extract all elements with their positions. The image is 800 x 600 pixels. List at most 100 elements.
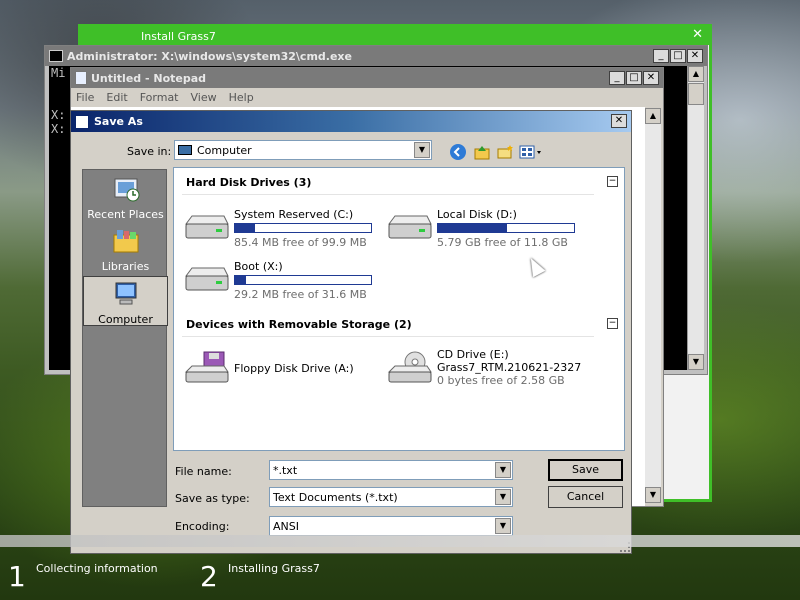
- drive-free-space: 0 bytes free of 2.58 GB: [437, 374, 565, 387]
- cmd-title: Administrator: X:\windows\system32\cmd.e…: [67, 49, 352, 63]
- save-as-dialog: Save As ✕ Save in: Computer ▼ Recent Pla…: [70, 110, 632, 554]
- scroll-up-icon[interactable]: ▲: [645, 108, 661, 124]
- cmd-app-icon: [49, 50, 63, 62]
- chevron-down-icon[interactable]: ▼: [414, 142, 430, 158]
- drive-free-space: 85.4 MB free of 99.9 MB: [234, 236, 367, 249]
- save-button[interactable]: Save: [548, 459, 623, 481]
- computer-icon: [178, 145, 192, 155]
- cmd-maximize-button[interactable]: □: [670, 49, 686, 63]
- save-as-type-value: Text Documents (*.txt): [273, 490, 398, 504]
- drive-c[interactable]: System Reserved (C:) 85.4 MB free of 99.…: [182, 208, 382, 249]
- view-menu-icon[interactable]: [519, 143, 543, 161]
- save-in-dropdown[interactable]: Computer ▼: [174, 140, 432, 160]
- place-label: Computer: [98, 313, 153, 326]
- chevron-down-icon[interactable]: ▼: [495, 462, 511, 478]
- save-as-type-label: Save as type:: [175, 492, 250, 505]
- notepad-menubar: File Edit Format View Help: [71, 88, 663, 107]
- save-in-label: Save in:: [127, 145, 172, 158]
- cd-drive-icon: [387, 351, 432, 383]
- scroll-up-icon[interactable]: ▲: [688, 66, 704, 82]
- drive-usage-fill: [235, 276, 246, 284]
- up-folder-icon[interactable]: [473, 143, 491, 161]
- menu-format[interactable]: Format: [140, 91, 179, 104]
- file-name-input[interactable]: *.txt ▼: [269, 460, 513, 480]
- file-name-label: File name:: [175, 465, 232, 478]
- drive-usage-fill: [235, 224, 256, 232]
- step-text: Installing Grass7: [228, 562, 320, 575]
- collapse-hard-disks-icon[interactable]: −: [607, 176, 618, 187]
- installer-titlebar[interactable]: Install Grass7 ✕: [81, 27, 709, 45]
- notepad-scrollbar[interactable]: ▲ ▼: [645, 108, 661, 503]
- cmd-minimize-button[interactable]: _: [653, 49, 669, 63]
- cancel-button[interactable]: Cancel: [548, 486, 623, 508]
- drive-usage-bar: [234, 223, 372, 233]
- drive-name: Local Disk (D:): [437, 208, 517, 221]
- place-label: Libraries: [101, 260, 150, 273]
- installer-title: Install Grass7: [141, 29, 216, 43]
- group-header-hard-disks[interactable]: Hard Disk Drives (3): [186, 176, 311, 189]
- notepad-close-button[interactable]: ✕: [643, 71, 659, 85]
- new-folder-icon[interactable]: [496, 143, 514, 161]
- chevron-down-icon[interactable]: ▼: [495, 518, 511, 534]
- computer-icon: [115, 282, 136, 305]
- group-header-removable[interactable]: Devices with Removable Storage (2): [186, 318, 412, 331]
- step-text: Collecting information: [36, 562, 158, 575]
- drive-usage-bar: [234, 275, 372, 285]
- file-name-value: *.txt: [273, 463, 298, 477]
- menu-edit[interactable]: Edit: [106, 91, 127, 104]
- save-as-close-button[interactable]: ✕: [611, 114, 627, 128]
- drive-volume-label: Grass7_RTM.210621-2327: [437, 361, 582, 374]
- place-recent-places[interactable]: Recent Places: [83, 172, 168, 222]
- notepad-title: Untitled - Notepad: [91, 71, 207, 85]
- group-divider: [182, 336, 594, 337]
- drive-e[interactable]: CD Drive (E:) Grass7_RTM.210621-2327 0 b…: [385, 348, 585, 388]
- drive-a[interactable]: Floppy Disk Drive (A:): [182, 348, 382, 388]
- floppy-drive-icon: [184, 351, 229, 383]
- chevron-down-icon[interactable]: ▼: [495, 489, 511, 505]
- save-in-value: Computer: [197, 143, 252, 157]
- encoding-dropdown[interactable]: ANSI ▼: [269, 516, 513, 536]
- drive-x[interactable]: Boot (X:) 29.2 MB free of 31.6 MB: [182, 260, 382, 301]
- cmd-scrollbar[interactable]: ▲ ▼: [687, 66, 704, 370]
- save-as-title: Save As: [94, 115, 143, 128]
- group-divider: [182, 194, 594, 195]
- drive-free-space: 5.79 GB free of 11.8 GB: [437, 236, 568, 249]
- cmd-titlebar[interactable]: Administrator: X:\windows\system32\cmd.e…: [45, 46, 707, 66]
- notepad-maximize-button[interactable]: □: [626, 71, 642, 85]
- collapse-removable-icon[interactable]: −: [607, 318, 618, 329]
- hard-disk-icon: [185, 215, 229, 239]
- scroll-thumb[interactable]: [688, 83, 704, 105]
- hard-disk-icon: [185, 267, 229, 291]
- notepad-minimize-button[interactable]: _: [609, 71, 625, 85]
- recent-places-icon: [114, 178, 139, 202]
- drive-name: Boot (X:): [234, 260, 283, 273]
- drive-name: Floppy Disk Drive (A:): [234, 362, 354, 375]
- cmd-close-button[interactable]: ✕: [687, 49, 703, 63]
- setup-progress-strip: [0, 535, 800, 547]
- save-as-type-dropdown[interactable]: Text Documents (*.txt) ▼: [269, 487, 513, 507]
- encoding-value: ANSI: [273, 519, 299, 533]
- scroll-down-icon[interactable]: ▼: [645, 487, 661, 503]
- step-number: 1: [8, 560, 26, 593]
- places-bar: Recent Places Libraries Computer: [82, 169, 168, 507]
- drive-d[interactable]: Local Disk (D:) 5.79 GB free of 11.8 GB: [385, 208, 585, 249]
- libraries-icon: [113, 230, 138, 253]
- step-number: 2: [200, 560, 218, 593]
- installer-close-button[interactable]: ✕: [692, 27, 703, 42]
- drive-free-space: 29.2 MB free of 31.6 MB: [234, 288, 367, 301]
- file-list-view[interactable]: Hard Disk Drives (3) − System Reserved (…: [173, 167, 625, 451]
- drive-usage-bar: [437, 223, 575, 233]
- place-label: Recent Places: [87, 208, 164, 221]
- place-libraries[interactable]: Libraries: [83, 224, 168, 274]
- menu-help[interactable]: Help: [229, 91, 254, 104]
- menu-file[interactable]: File: [76, 91, 94, 104]
- hard-disk-icon: [388, 215, 432, 239]
- back-icon[interactable]: [449, 143, 467, 161]
- scroll-down-icon[interactable]: ▼: [688, 354, 704, 370]
- dialog-icon: [75, 114, 89, 129]
- encoding-label: Encoding:: [175, 520, 230, 533]
- place-computer[interactable]: Computer: [83, 276, 168, 326]
- notepad-titlebar[interactable]: Untitled - Notepad: [71, 68, 663, 88]
- save-as-titlebar[interactable]: Save As: [71, 111, 631, 132]
- menu-view[interactable]: View: [191, 91, 217, 104]
